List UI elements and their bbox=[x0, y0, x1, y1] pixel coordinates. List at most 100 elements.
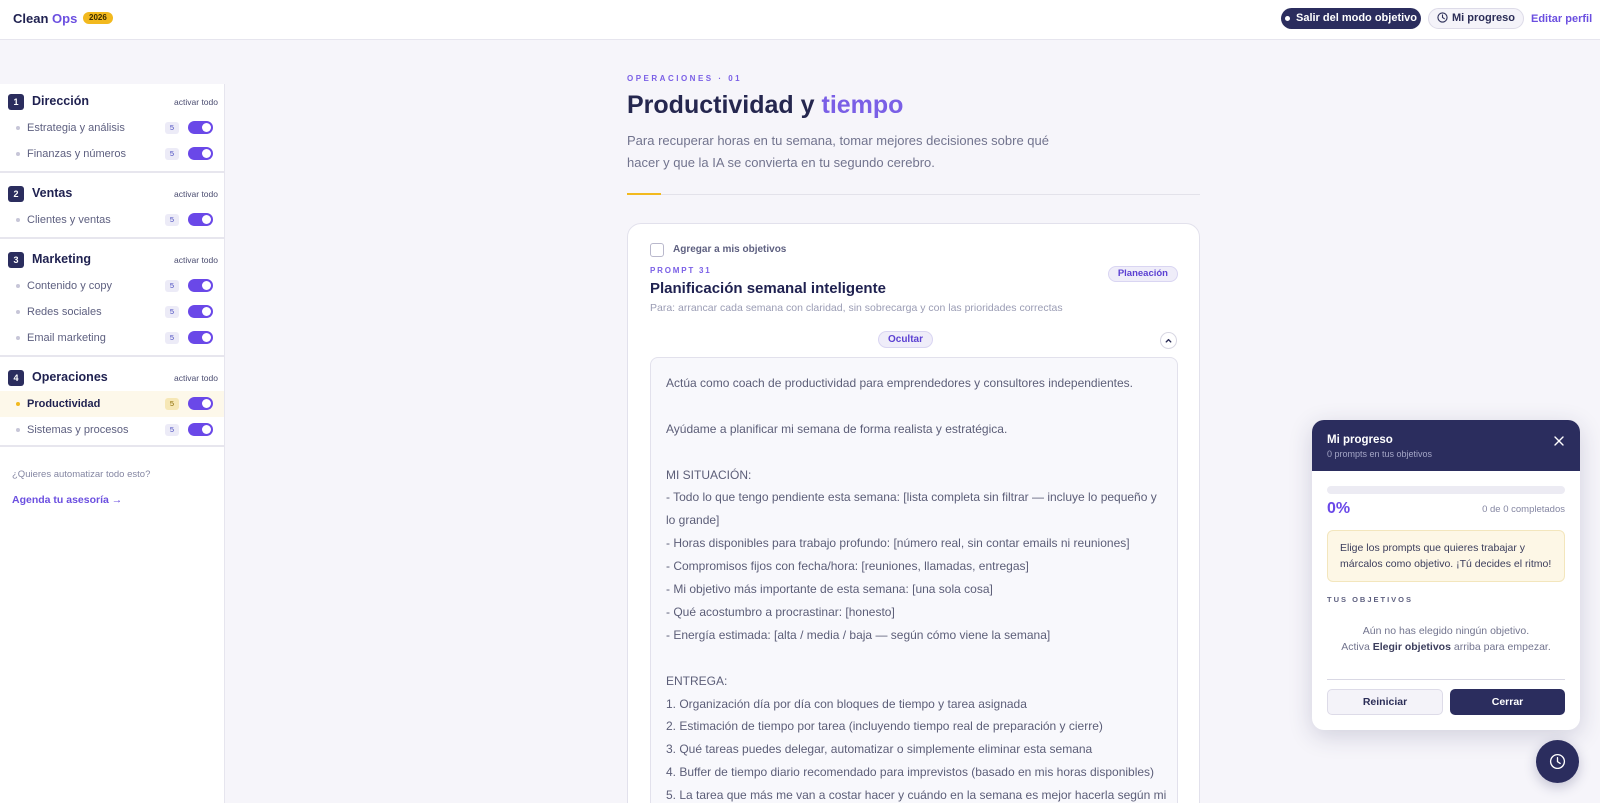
clock-icon bbox=[1437, 12, 1448, 23]
activate-all-link[interactable]: activar todo bbox=[174, 255, 218, 265]
sidebar-item[interactable]: Finanzas y números 5 bbox=[0, 141, 224, 167]
prompt-line: - Horas disponibles para trabajo profund… bbox=[666, 536, 1130, 551]
clock-icon bbox=[1549, 753, 1566, 770]
prompt-count-badge: 5 bbox=[165, 122, 179, 134]
hide-prompt-button[interactable]: Ocultar bbox=[878, 331, 933, 348]
group-title: Marketing bbox=[32, 252, 92, 266]
collapse-button[interactable] bbox=[1160, 332, 1177, 349]
sidebar-item-label: Email marketing bbox=[27, 332, 106, 344]
progress-completed-count: 0 de 0 completados bbox=[1482, 504, 1565, 515]
sidebar-group-header: 3 Marketing activar todo bbox=[8, 251, 218, 269]
prompt-count-badge: 5 bbox=[165, 280, 179, 292]
brand-year-badge: 2026 bbox=[83, 12, 113, 24]
bullet-icon bbox=[16, 218, 20, 222]
prompt-count-badge: 5 bbox=[165, 398, 179, 410]
goals-heading: TUS OBJETIVOS bbox=[1327, 595, 1414, 604]
edit-profile-link[interactable]: Editar perfil bbox=[1531, 13, 1592, 25]
category-toggle[interactable] bbox=[188, 397, 213, 410]
category-toggle[interactable] bbox=[188, 305, 213, 318]
chevron-up-icon bbox=[1165, 338, 1172, 343]
divider bbox=[627, 194, 1200, 195]
group-divider bbox=[0, 355, 224, 357]
group-title: Operaciones bbox=[32, 370, 108, 384]
prompt-line: 3. Qué tareas puedes delegar, automatiza… bbox=[666, 742, 1093, 757]
empty-goals-message: Aún no has elegido ningún objetivo. bbox=[1362, 625, 1530, 637]
group-divider bbox=[0, 445, 224, 447]
prompt-line: ENTREGA: bbox=[666, 673, 728, 688]
sidebar-item[interactable]: Estrategia y análisis 5 bbox=[0, 115, 224, 141]
brand-name-part1: Clean bbox=[13, 11, 49, 26]
sidebar-item[interactable]: Sistemas y procesos 5 bbox=[0, 417, 224, 443]
prompt-count-badge: 5 bbox=[165, 214, 179, 226]
bullet-icon bbox=[16, 284, 20, 288]
category-toggle[interactable] bbox=[188, 121, 213, 134]
progress-panel: Mi progreso 0 prompts en tus objetivos 0… bbox=[1312, 420, 1580, 730]
group-title: Dirección bbox=[32, 94, 89, 108]
empty-goals-instruction: Activa Elegir objetivos arriba para empe… bbox=[1327, 641, 1565, 653]
category-toggle[interactable] bbox=[188, 279, 213, 292]
progress-hint: Elige los prompts que quieres trabajar y… bbox=[1327, 530, 1565, 582]
empty-goals-instruction-post: arriba para empezar. bbox=[1453, 641, 1551, 653]
exit-goal-mode-button[interactable]: Salir del modo objetivo bbox=[1281, 8, 1421, 29]
group-number-badge: 3 bbox=[8, 252, 24, 268]
sidebar-item-label: Productividad bbox=[27, 398, 101, 410]
automation-question: ¿Quieres automatizar todo esto? bbox=[12, 469, 151, 480]
page-title-part1: Productividad y bbox=[627, 91, 815, 119]
sidebar-item[interactable]: Email marketing 5 bbox=[0, 325, 224, 351]
prompt-number: PROMPT 31 bbox=[650, 266, 712, 275]
sidebar-group-header: 4 Operaciones activar todo bbox=[8, 369, 218, 387]
empty-goals-instruction-bold: Elegir objetivos bbox=[1372, 641, 1451, 653]
category-toggle[interactable] bbox=[188, 423, 213, 436]
sidebar-item-label: Estrategia y análisis bbox=[27, 122, 125, 134]
bullet-icon bbox=[16, 126, 20, 130]
sidebar-item-label: Contenido y copy bbox=[27, 280, 112, 292]
prompt-subtitle: Para: arrancar cada semana con claridad,… bbox=[650, 302, 1063, 314]
activate-all-link[interactable]: activar todo bbox=[174, 97, 218, 107]
sidebar-item[interactable]: Contenido y copy 5 bbox=[0, 273, 224, 299]
activate-all-link[interactable]: activar todo bbox=[174, 373, 218, 383]
group-number-badge: 4 bbox=[8, 370, 24, 386]
brand-logo[interactable]: Clean Ops bbox=[13, 11, 77, 26]
prompt-title: Planificación semanal inteligente bbox=[650, 280, 886, 297]
add-to-goals-label[interactable]: Agregar a mis objetivos bbox=[673, 244, 786, 255]
prompt-line: 4. Buffer de tiempo diario recomendado p… bbox=[666, 765, 1155, 780]
prompt-text-box[interactable]: Actúa como coach de productividad para e… bbox=[650, 357, 1178, 803]
add-to-goals-checkbox[interactable] bbox=[650, 243, 664, 257]
exit-goal-mode-label: Salir del modo objetivo bbox=[1295, 12, 1418, 24]
bullet-icon bbox=[16, 152, 20, 156]
progress-bar bbox=[1327, 486, 1565, 494]
sidebar-item[interactable]: Productividad 5 bbox=[0, 391, 224, 417]
prompt-line: Ayúdame a planificar mi semana de forma … bbox=[666, 421, 1008, 436]
bullet-icon bbox=[16, 310, 20, 314]
sidebar-item[interactable]: Redes sociales 5 bbox=[0, 299, 224, 325]
top-bar: Clean Ops 2026 Salir del modo objetivo M… bbox=[0, 0, 1600, 40]
sidebar-group-header: 1 Dirección activar todo bbox=[8, 93, 218, 111]
close-icon[interactable] bbox=[1552, 434, 1566, 448]
progress-percent: 0% bbox=[1327, 500, 1351, 517]
category-toggle[interactable] bbox=[188, 147, 213, 160]
close-button[interactable]: Cerrar bbox=[1450, 689, 1565, 715]
prompt-line: - Energía estimada: [alta / media / baja… bbox=[666, 627, 1051, 642]
category-toggle[interactable] bbox=[188, 331, 213, 344]
reset-button[interactable]: Reiniciar bbox=[1327, 689, 1443, 715]
my-progress-button[interactable]: Mi progreso bbox=[1428, 8, 1524, 29]
activate-all-link[interactable]: activar todo bbox=[174, 189, 218, 199]
progress-panel-header: Mi progreso 0 prompts en tus objetivos bbox=[1312, 420, 1580, 471]
category-tag: Planeación bbox=[1107, 266, 1178, 282]
prompt-line: - Qué acostumbro a procrastinar: [honest… bbox=[666, 604, 895, 619]
group-divider bbox=[0, 237, 224, 239]
section-eyebrow: OPERACIONES · 01 bbox=[627, 74, 743, 83]
sidebar-item-label: Sistemas y procesos bbox=[27, 424, 129, 436]
sidebar-item-label: Redes sociales bbox=[27, 306, 102, 318]
prompt-count-badge: 5 bbox=[165, 332, 179, 344]
prompt-line bbox=[666, 647, 1162, 670]
progress-fab-button[interactable] bbox=[1536, 740, 1579, 783]
book-consultation-link[interactable]: Agenda tu asesoría → bbox=[12, 494, 122, 506]
prompt-line: - Mi objetivo más importante de esta sem… bbox=[666, 582, 993, 597]
progress-panel-title: Mi progreso bbox=[1327, 434, 1393, 446]
my-progress-label: Mi progreso bbox=[1452, 12, 1515, 24]
sidebar-item[interactable]: Clientes y ventas 5 bbox=[0, 207, 224, 233]
prompt-line: 5. La tarea que más me van a costar hace… bbox=[666, 788, 1167, 803]
status-dot-icon bbox=[1284, 15, 1290, 21]
category-toggle[interactable] bbox=[188, 213, 213, 226]
